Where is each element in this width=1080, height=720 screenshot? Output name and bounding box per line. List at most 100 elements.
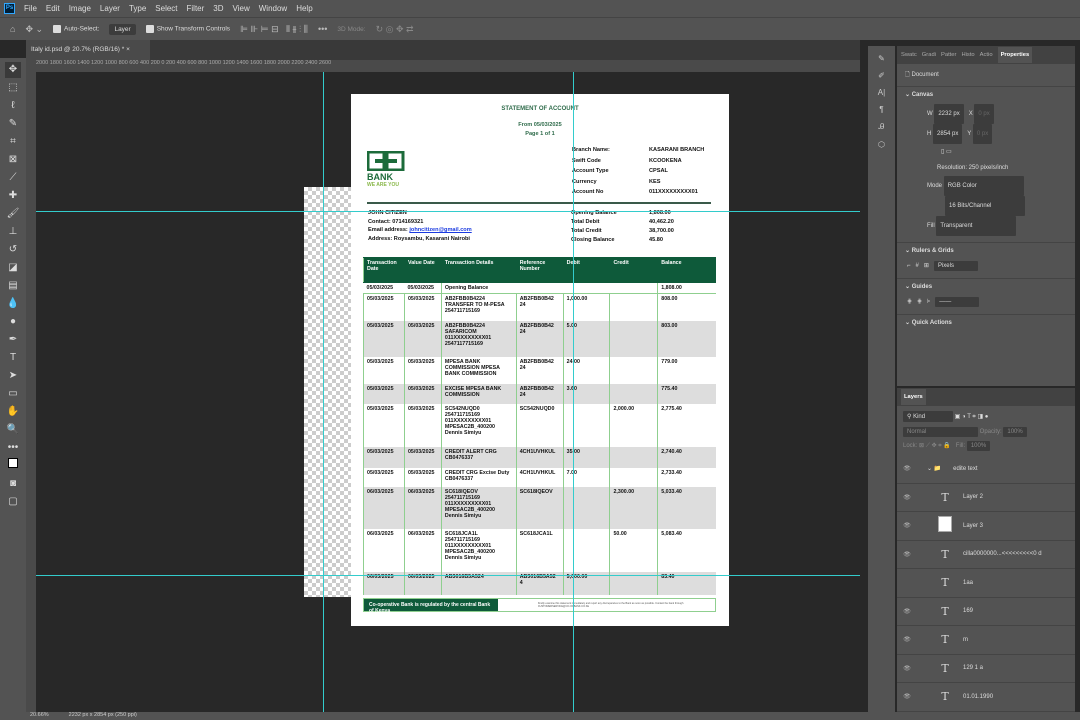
menu-image[interactable]: Image xyxy=(69,4,91,13)
brush-settings-icon[interactable]: ✎ xyxy=(878,54,885,63)
bit-depth-dropdown[interactable]: 16 Bits/Channel xyxy=(945,196,1025,216)
show-transform-checkbox[interactable]: Show Transform Controls xyxy=(145,25,230,33)
layers-tab[interactable]: Layers xyxy=(901,389,926,405)
align-icons[interactable]: ⊫ ⊪ ⊨ ⊟ ⫴ ⫵ ⫶ ⫼ xyxy=(240,24,308,35)
rulers-grids-section[interactable]: ⌄ Rulers & Grids xyxy=(897,242,1075,258)
pixel-grid-icon[interactable]: ⊞ xyxy=(924,263,929,269)
menu-view[interactable]: View xyxy=(233,4,250,13)
screen-mode-icon[interactable]: ▢ xyxy=(5,494,21,510)
opacity-input[interactable]: 100% xyxy=(1003,427,1027,437)
auto-select-target-dropdown[interactable]: Layer xyxy=(109,23,136,35)
move-tool-icon[interactable]: ✥ xyxy=(5,62,21,78)
guide-horizontal[interactable] xyxy=(36,575,860,576)
kind-filter-dropdown[interactable]: ⚲ Kind xyxy=(903,411,953,422)
quick-actions-section[interactable]: ⌄ Quick Actions xyxy=(897,314,1075,330)
layer-row[interactable]: 👁 T Layer 2 xyxy=(897,484,1075,512)
height-input[interactable]: 2854 px xyxy=(933,124,963,144)
guide-icon[interactable]: ⋕ xyxy=(907,299,912,305)
x-input[interactable]: 0 px xyxy=(974,104,994,124)
guide-vertical[interactable] xyxy=(323,72,324,712)
crop-tool-icon[interactable]: ⌗ xyxy=(5,134,21,150)
history-brush-icon[interactable]: ↺ xyxy=(5,242,21,258)
guide-vertical[interactable] xyxy=(573,72,574,712)
zoom-tool-icon[interactable]: 🔍 xyxy=(5,422,21,438)
y-input[interactable]: 0 px xyxy=(972,124,993,144)
close-tab-icon[interactable]: × xyxy=(126,46,130,53)
layer-row[interactable]: T 1aa xyxy=(897,569,1075,598)
grid-icon[interactable]: # xyxy=(916,263,919,269)
portrait-icon[interactable]: ▯ xyxy=(941,149,944,155)
rectangle-tool-icon[interactable]: ▭ xyxy=(5,386,21,402)
hand-tool-icon[interactable]: ✋ xyxy=(5,404,21,420)
panel-tab-histo[interactable]: Histo xyxy=(961,52,974,58)
panel-tab-properties[interactable]: Properties xyxy=(997,47,1033,63)
frame-tool-icon[interactable]: ⊠ xyxy=(5,152,21,168)
guide-horizontal[interactable] xyxy=(36,211,860,212)
character-icon[interactable]: A| xyxy=(878,88,885,97)
visibility-eye-icon[interactable]: 👁 xyxy=(897,522,917,529)
quick-mask-icon[interactable]: ◙ xyxy=(5,476,21,492)
menu-window[interactable]: Window xyxy=(259,4,287,13)
layer-row[interactable]: 👁 T 01.01.1990 xyxy=(897,683,1075,712)
panel-tab-gradi[interactable]: Gradi xyxy=(922,52,936,58)
menu-3d[interactable]: 3D xyxy=(213,4,223,13)
layer-row[interactable]: 👁 T 129 1 a xyxy=(897,655,1075,683)
dodge-tool-icon[interactable]: ● xyxy=(5,314,21,330)
ruler-icon[interactable]: ⌐ xyxy=(907,263,911,269)
more-options-icon[interactable]: ••• xyxy=(318,24,327,34)
auto-select-checkbox[interactable]: Auto-Select: xyxy=(53,25,99,33)
clone-stamp-icon[interactable]: ⊥ xyxy=(5,224,21,240)
move-tool-icon[interactable]: ✥ ⌄ xyxy=(25,24,43,35)
layer-row[interactable]: 👁 ⌄ 📁 edite text xyxy=(897,455,1075,484)
landscape-icon[interactable]: ▭ xyxy=(946,149,952,155)
layer-row[interactable]: 👁 Tcilla0000000...<<<<<<<<<0 d xyxy=(897,541,1075,569)
layer-row[interactable]: 👁 Layer 3 xyxy=(897,512,1075,541)
panel-tab-swatc[interactable]: Swatc xyxy=(901,52,917,58)
brushes-icon[interactable]: ✐ xyxy=(878,71,885,80)
visibility-eye-icon[interactable]: 👁 xyxy=(897,636,917,643)
email-link[interactable]: johncitizen@gmail.com xyxy=(409,227,471,233)
width-input[interactable]: 2232 px xyxy=(934,104,964,124)
type-tool-icon[interactable]: T xyxy=(5,350,21,366)
canvas-section[interactable]: ⌄ Canvas xyxy=(897,86,1075,102)
filter-icons[interactable]: ▣ ◑ T ⌗ ◨ ● xyxy=(955,414,989,420)
guide-style-dropdown[interactable]: —— xyxy=(935,297,980,307)
layer-fill-input[interactable]: 100% xyxy=(966,441,991,451)
glyphs-icon[interactable]: Ꭿ xyxy=(879,122,885,132)
menu-help[interactable]: Help xyxy=(296,4,312,13)
guide-layout-icon[interactable]: ⊧ xyxy=(927,299,930,305)
menu-filter[interactable]: Filter xyxy=(187,4,205,13)
menu-type[interactable]: Type xyxy=(129,4,146,13)
brush-tool-icon[interactable]: 🖌 xyxy=(5,206,21,222)
panel-tab-patter[interactable]: Patter xyxy=(941,52,956,58)
paragraph-icon[interactable]: ¶ xyxy=(879,105,883,114)
blend-mode-dropdown[interactable]: Normal xyxy=(903,427,978,437)
units-dropdown[interactable]: Pixels xyxy=(933,261,978,271)
path-select-tool-icon[interactable]: ➤ xyxy=(5,368,21,384)
document-tab[interactable]: Italy id.psd @ 20.7% (RGB/16) * × xyxy=(26,40,150,60)
layer-row[interactable]: 👁 Tm xyxy=(897,626,1075,655)
mode-dropdown[interactable]: RGB Color xyxy=(943,176,1024,196)
layer-row[interactable]: 👁 T 169 xyxy=(897,598,1075,626)
menu-file[interactable]: File xyxy=(24,4,37,13)
fill-dropdown[interactable]: Transparent xyxy=(936,216,1017,236)
guides-section[interactable]: ⌄ Guides xyxy=(897,278,1075,294)
edit-toolbar-icon[interactable]: ••• xyxy=(5,440,21,456)
eyedropper-tool-icon[interactable]: ⟋ xyxy=(5,170,21,186)
guide-lock-icon[interactable]: ⋕ xyxy=(917,299,922,305)
visibility-eye-icon[interactable]: 👁 xyxy=(897,693,917,700)
home-icon[interactable]: ⌂ xyxy=(10,24,15,34)
visibility-eye-icon[interactable]: 👁 xyxy=(897,608,917,615)
quick-select-tool-icon[interactable]: ✎ xyxy=(5,116,21,132)
3d-icon[interactable]: ⬡ xyxy=(878,140,885,149)
visibility-eye-icon[interactable]: 👁 xyxy=(897,465,917,472)
menu-layer[interactable]: Layer xyxy=(100,4,120,13)
panel-tab-actio[interactable]: Actio xyxy=(980,52,993,58)
gradient-tool-icon[interactable]: ▤ xyxy=(5,278,21,294)
menu-edit[interactable]: Edit xyxy=(46,4,60,13)
blur-tool-icon[interactable]: 💧 xyxy=(5,296,21,312)
pen-tool-icon[interactable]: ✒ xyxy=(5,332,21,348)
menu-select[interactable]: Select xyxy=(155,4,177,13)
lasso-tool-icon[interactable]: ℓ xyxy=(5,98,21,114)
eraser-tool-icon[interactable]: ◪ xyxy=(5,260,21,276)
